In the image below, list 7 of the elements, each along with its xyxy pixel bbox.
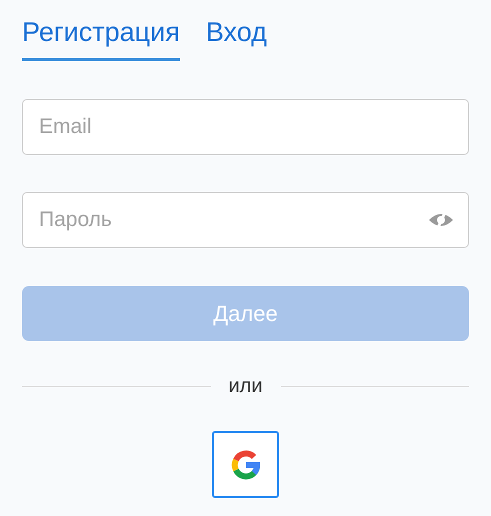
password-field[interactable]: Пароль	[22, 192, 469, 248]
tab[interactable]: Регистрация	[22, 14, 180, 61]
google-sign-in-button[interactable]	[212, 431, 279, 498]
email-field[interactable]: Email	[22, 99, 469, 155]
or-label: или	[228, 374, 263, 399]
g-logo-icon	[230, 448, 262, 480]
tab[interactable]: Вход	[206, 14, 267, 61]
